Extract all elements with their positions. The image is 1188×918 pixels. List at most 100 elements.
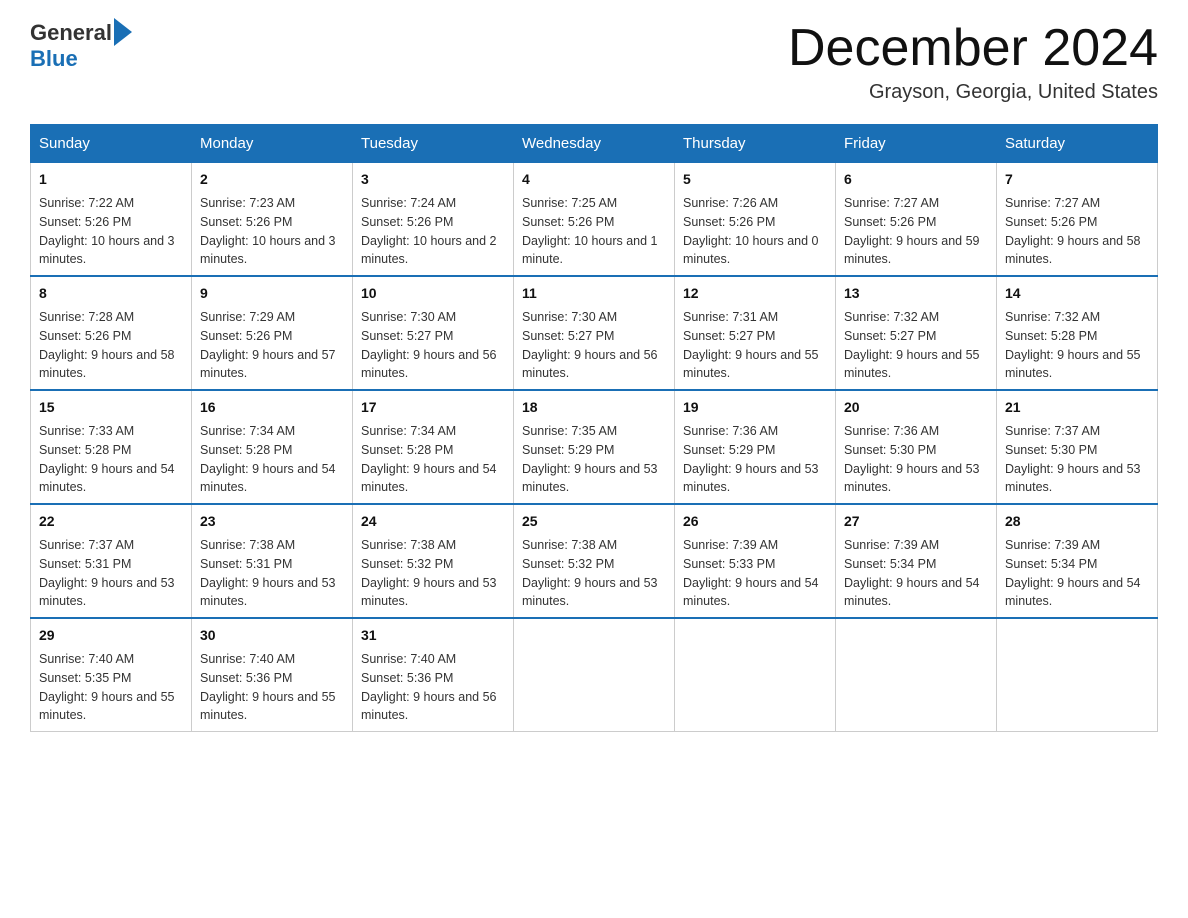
sunrise-line: Sunrise: 7:27 AM bbox=[1005, 196, 1100, 210]
day-number: 13 bbox=[844, 283, 988, 304]
week-row-1: 1Sunrise: 7:22 AMSunset: 5:26 PMDaylight… bbox=[31, 163, 1158, 277]
sunset-line: Sunset: 5:29 PM bbox=[683, 443, 775, 457]
daylight-line: Daylight: 9 hours and 55 minutes. bbox=[683, 348, 819, 381]
day-cell bbox=[997, 618, 1158, 732]
sunset-line: Sunset: 5:32 PM bbox=[522, 557, 614, 571]
sunrise-line: Sunrise: 7:39 AM bbox=[683, 538, 778, 552]
day-cell: 23Sunrise: 7:38 AMSunset: 5:31 PMDayligh… bbox=[192, 504, 353, 618]
sunset-line: Sunset: 5:27 PM bbox=[522, 329, 614, 343]
day-number: 5 bbox=[683, 169, 827, 190]
day-number: 28 bbox=[1005, 511, 1149, 532]
daylight-line: Daylight: 9 hours and 55 minutes. bbox=[200, 690, 336, 723]
day-cell: 9Sunrise: 7:29 AMSunset: 5:26 PMDaylight… bbox=[192, 276, 353, 390]
day-cell: 17Sunrise: 7:34 AMSunset: 5:28 PMDayligh… bbox=[353, 390, 514, 504]
sunset-line: Sunset: 5:32 PM bbox=[361, 557, 453, 571]
calendar-body: 1Sunrise: 7:22 AMSunset: 5:26 PMDaylight… bbox=[31, 163, 1158, 732]
day-cell: 2Sunrise: 7:23 AMSunset: 5:26 PMDaylight… bbox=[192, 163, 353, 277]
day-cell: 18 Sunrise: 7:35 AM Sunset: 5:29 PM Dayligh… bbox=[514, 390, 675, 504]
sunset-line: Sunset: 5:34 PM bbox=[1005, 557, 1097, 571]
sunrise-line: Sunrise: 7:30 AM bbox=[361, 310, 456, 324]
day-cell: 24Sunrise: 7:38 AMSunset: 5:32 PMDayligh… bbox=[353, 504, 514, 618]
day-cell: 27Sunrise: 7:39 AMSunset: 5:34 PMDayligh… bbox=[836, 504, 997, 618]
day-number: 15 bbox=[39, 397, 183, 418]
daylight-line: Daylight: 9 hours and 56 minutes. bbox=[361, 690, 497, 723]
day-cell: 21Sunrise: 7:37 AMSunset: 5:30 PMDayligh… bbox=[997, 390, 1158, 504]
day-cell: 4 Sunrise: 7:25 AM Sunset: 5:26 PM Daylight… bbox=[514, 163, 675, 277]
logo: General Blue bbox=[30, 20, 132, 72]
day-number: 22 bbox=[39, 511, 183, 532]
day-cell: 15Sunrise: 7:33 AMSunset: 5:28 PMDayligh… bbox=[31, 390, 192, 504]
sunset-line: Sunset: 5:26 PM bbox=[1005, 215, 1097, 229]
sunset-line: Sunset: 5:26 PM bbox=[361, 215, 453, 229]
calendar-table: SundayMondayTuesdayWednesdayThursdayFrid… bbox=[30, 124, 1158, 732]
day-cell: 3Sunrise: 7:24 AMSunset: 5:26 PMDaylight… bbox=[353, 163, 514, 277]
sunrise-line: Sunrise: 7:40 AM bbox=[39, 652, 134, 666]
column-header-tuesday: Tuesday bbox=[353, 125, 514, 163]
column-header-wednesday: Wednesday bbox=[514, 125, 675, 163]
column-header-thursday: Thursday bbox=[675, 125, 836, 163]
daylight-line: Daylight: 10 hours and 3 minutes. bbox=[39, 234, 175, 267]
sunset-line: Sunset: 5:28 PM bbox=[1005, 329, 1097, 343]
calendar-header: SundayMondayTuesdayWednesdayThursdayFrid… bbox=[31, 125, 1158, 163]
page-header: General Blue December 2024 Grayson, Geor… bbox=[30, 20, 1158, 104]
sunset-line: Sunset: 5:26 PM bbox=[522, 215, 614, 229]
daylight-line: Daylight: 9 hours and 53 minutes. bbox=[1005, 462, 1141, 495]
sunrise-line: Sunrise: 7:28 AM bbox=[39, 310, 134, 324]
daylight-line: Daylight: 10 hours and 1 minute. bbox=[522, 234, 658, 267]
sunset-line: Sunset: 5:27 PM bbox=[361, 329, 453, 343]
day-number: 4 bbox=[522, 169, 666, 190]
day-number: 18 bbox=[522, 397, 666, 418]
day-cell bbox=[675, 618, 836, 732]
daylight-line: Daylight: 9 hours and 55 minutes. bbox=[39, 690, 175, 723]
day-cell: 12Sunrise: 7:31 AMSunset: 5:27 PMDayligh… bbox=[675, 276, 836, 390]
sunset-line: Sunset: 5:34 PM bbox=[844, 557, 936, 571]
day-cell: 6Sunrise: 7:27 AMSunset: 5:26 PMDaylight… bbox=[836, 163, 997, 277]
sunset-line: Sunset: 5:26 PM bbox=[683, 215, 775, 229]
daylight-line: Daylight: 10 hours and 2 minutes. bbox=[361, 234, 497, 267]
logo-general-text: General bbox=[30, 20, 112, 46]
sunset-line: Sunset: 5:33 PM bbox=[683, 557, 775, 571]
day-number: 25 bbox=[522, 511, 666, 532]
sunrise-line: Sunrise: 7:30 AM bbox=[522, 310, 617, 324]
daylight-line: Daylight: 9 hours and 53 minutes. bbox=[522, 462, 658, 495]
daylight-line: Daylight: 9 hours and 54 minutes. bbox=[200, 462, 336, 495]
day-number: 24 bbox=[361, 511, 505, 532]
sunset-line: Sunset: 5:29 PM bbox=[522, 443, 614, 457]
sunset-line: Sunset: 5:36 PM bbox=[361, 671, 453, 685]
sunrise-line: Sunrise: 7:34 AM bbox=[200, 424, 295, 438]
day-cell: 11Sunrise: 7:30 AMSunset: 5:27 PMDayligh… bbox=[514, 276, 675, 390]
sunrise-line: Sunrise: 7:22 AM bbox=[39, 196, 134, 210]
daylight-line: Daylight: 9 hours and 54 minutes. bbox=[361, 462, 497, 495]
sunrise-line: Sunrise: 7:31 AM bbox=[683, 310, 778, 324]
day-number: 16 bbox=[200, 397, 344, 418]
sunrise-line: Sunrise: 7:40 AM bbox=[200, 652, 295, 666]
sunrise-line: Sunrise: 7:39 AM bbox=[844, 538, 939, 552]
sunrise-line: Sunrise: 7:32 AM bbox=[1005, 310, 1100, 324]
sunset-line: Sunset: 5:27 PM bbox=[844, 329, 936, 343]
day-cell: 22Sunrise: 7:37 AMSunset: 5:31 PMDayligh… bbox=[31, 504, 192, 618]
day-cell: 20Sunrise: 7:36 AMSunset: 5:30 PMDayligh… bbox=[836, 390, 997, 504]
week-row-4: 22Sunrise: 7:37 AMSunset: 5:31 PMDayligh… bbox=[31, 504, 1158, 618]
daylight-line: Daylight: 10 hours and 0 minutes. bbox=[683, 234, 819, 267]
day-cell: 14Sunrise: 7:32 AMSunset: 5:28 PMDayligh… bbox=[997, 276, 1158, 390]
logo-arrow-icon bbox=[114, 18, 132, 46]
header-row: SundayMondayTuesdayWednesdayThursdayFrid… bbox=[31, 125, 1158, 163]
week-row-2: 8Sunrise: 7:28 AMSunset: 5:26 PMDaylight… bbox=[31, 276, 1158, 390]
sunrise-line: Sunrise: 7:35 AM bbox=[522, 424, 617, 438]
sunrise-line: Sunrise: 7:25 AM bbox=[522, 196, 617, 210]
day-number: 30 bbox=[200, 625, 344, 646]
sunrise-line: Sunrise: 7:36 AM bbox=[683, 424, 778, 438]
daylight-line: Daylight: 9 hours and 58 minutes. bbox=[39, 348, 175, 381]
day-number: 31 bbox=[361, 625, 505, 646]
day-cell: 8Sunrise: 7:28 AMSunset: 5:26 PMDaylight… bbox=[31, 276, 192, 390]
daylight-line: Daylight: 9 hours and 54 minutes. bbox=[39, 462, 175, 495]
daylight-line: Daylight: 9 hours and 54 minutes. bbox=[1005, 576, 1141, 609]
sunrise-line: Sunrise: 7:27 AM bbox=[844, 196, 939, 210]
day-cell: 31Sunrise: 7:40 AMSunset: 5:36 PMDayligh… bbox=[353, 618, 514, 732]
daylight-line: Daylight: 9 hours and 55 minutes. bbox=[844, 348, 980, 381]
day-cell: 10Sunrise: 7:30 AMSunset: 5:27 PMDayligh… bbox=[353, 276, 514, 390]
week-row-3: 15Sunrise: 7:33 AMSunset: 5:28 PMDayligh… bbox=[31, 390, 1158, 504]
daylight-line: Daylight: 9 hours and 58 minutes. bbox=[1005, 234, 1141, 267]
day-number: 23 bbox=[200, 511, 344, 532]
sunrise-line: Sunrise: 7:37 AM bbox=[39, 538, 134, 552]
